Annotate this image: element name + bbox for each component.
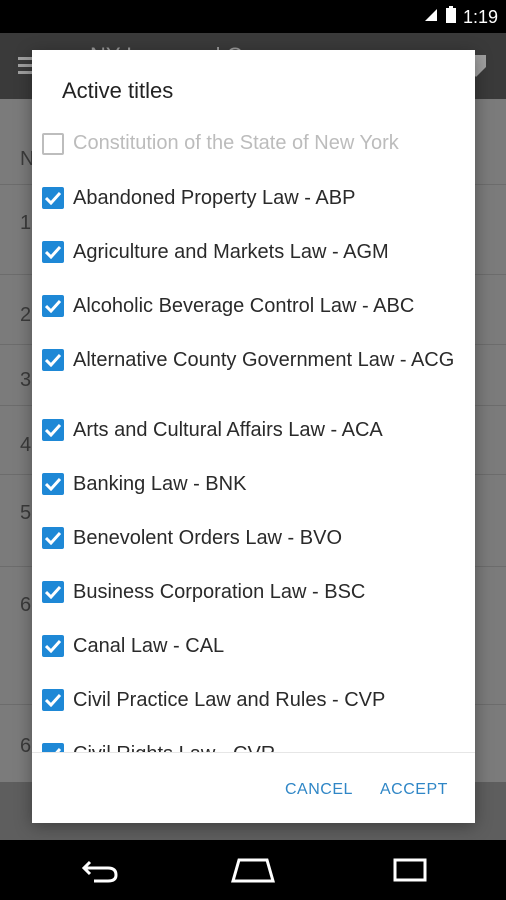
active-titles-dialog: Active titles Constitution of the State …: [32, 50, 475, 823]
cancel-button[interactable]: CANCEL: [285, 781, 353, 799]
checkbox-checked-icon[interactable]: [42, 419, 64, 441]
status-bar: 1:19: [0, 0, 506, 33]
checkbox-checked-icon[interactable]: [42, 527, 64, 549]
checkbox-checked-icon[interactable]: [42, 349, 64, 371]
options-list: Constitution of the State of New York Ab…: [32, 118, 475, 802]
checkbox-checked-icon[interactable]: [42, 635, 64, 657]
recents-icon[interactable]: [389, 854, 431, 889]
home-icon[interactable]: [229, 854, 277, 889]
checkbox-checked-icon[interactable]: [42, 241, 64, 263]
status-time: 1:19: [462, 7, 498, 27]
accept-button[interactable]: ACCEPT: [380, 781, 448, 799]
dialog-title: Active titles: [62, 78, 174, 103]
checkbox-checked-icon[interactable]: [42, 187, 64, 209]
checkbox-checked-icon[interactable]: [42, 295, 64, 317]
dialog-footer: CANCEL ACCEPT: [32, 752, 475, 823]
navigation-bar: [0, 840, 506, 900]
status-icons: 1:19: [423, 6, 498, 29]
checkbox-unchecked: [42, 133, 64, 155]
battery-icon: [445, 6, 457, 29]
checkbox-checked-icon[interactable]: [42, 689, 64, 711]
checkbox-checked-icon[interactable]: [42, 473, 64, 495]
checkbox-checked-icon[interactable]: [42, 581, 64, 603]
signal-icon: [423, 7, 439, 28]
back-icon[interactable]: [78, 854, 122, 889]
